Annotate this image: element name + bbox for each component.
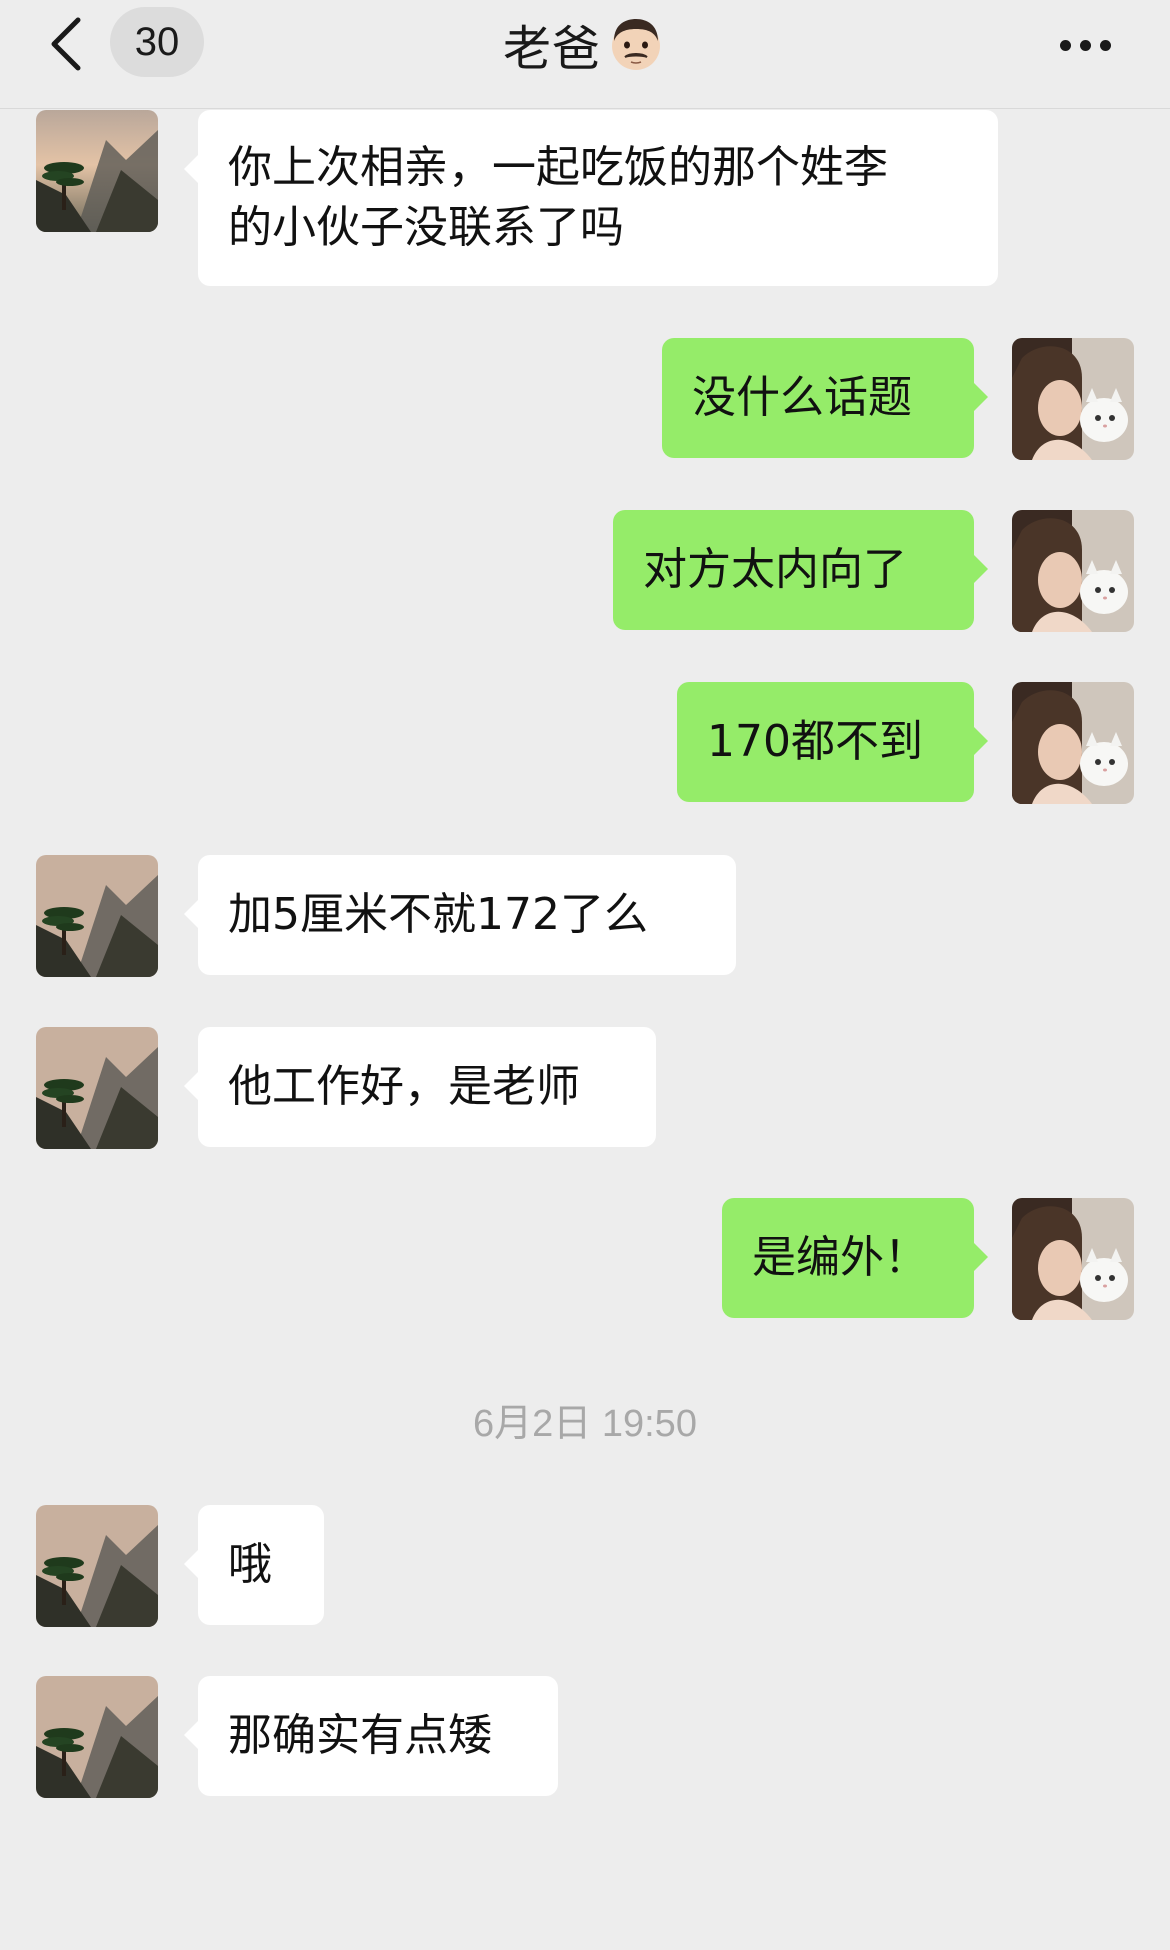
message-row: 是编外！ (0, 1198, 1170, 1320)
message-bubble-incoming[interactable]: 那确实有点矮 (184, 1676, 558, 1796)
message-bubble-outgoing[interactable]: 170都不到 (677, 682, 988, 802)
more-dot (1099, 39, 1111, 51)
man-face-emoji-icon (612, 19, 660, 70)
message-bubble-outgoing[interactable]: 是编外！ (722, 1198, 988, 1318)
contact-avatar[interactable] (36, 855, 158, 977)
mountain-pine-avatar (36, 110, 158, 232)
message-bubble-incoming[interactable]: 你上次相亲，一起吃饭的那个姓李 的小伙子没联系了吗 (184, 110, 998, 286)
mountain-pine-avatar (36, 1027, 158, 1149)
more-dot (1079, 39, 1091, 51)
girl-with-cat-avatar (1012, 510, 1134, 632)
message-row: 加5厘米不就172了么 (0, 855, 1170, 977)
more-dots-icon (1059, 39, 1071, 51)
girl-with-cat-avatar (1012, 1198, 1134, 1320)
chat-screen: 30 老爸 你上次相亲，一起吃饭的那个姓李 的小伙子没联系了吗 没什么话题 对方… (0, 0, 1170, 1950)
mountain-pine-avatar (36, 1676, 158, 1798)
message-row: 没什么话题 (0, 338, 1170, 460)
contact-avatar[interactable] (36, 110, 158, 232)
message-bubble-incoming[interactable]: 他工作好，是老师 (184, 1027, 656, 1147)
message-row: 你上次相亲，一起吃饭的那个姓李 的小伙子没联系了吗 (0, 110, 1170, 286)
self-avatar[interactable] (1012, 1198, 1134, 1320)
message-row: 那确实有点矮 (0, 1676, 1170, 1798)
message-bubble-outgoing[interactable]: 对方太内向了 (613, 510, 988, 630)
message-bubble-outgoing[interactable]: 没什么话题 (662, 338, 988, 458)
self-avatar[interactable] (1012, 338, 1134, 460)
message-row: 哦 (0, 1505, 1170, 1627)
chat-header: 30 老爸 (0, 0, 1170, 109)
contact-avatar[interactable] (36, 1505, 158, 1627)
message-bubble-incoming[interactable]: 哦 (184, 1505, 324, 1625)
unread-count-badge[interactable]: 30 (110, 7, 204, 77)
message-row: 他工作好，是老师 (0, 1027, 1170, 1149)
message-bubble-incoming[interactable]: 加5厘米不就172了么 (184, 855, 736, 975)
girl-with-cat-avatar (1012, 338, 1134, 460)
contact-avatar[interactable] (36, 1676, 158, 1798)
self-avatar[interactable] (1012, 510, 1134, 632)
more-options-button[interactable] (1050, 20, 1120, 70)
girl-with-cat-avatar (1012, 682, 1134, 804)
mountain-pine-avatar (36, 855, 158, 977)
message-row: 170都不到 (0, 682, 1170, 804)
page-title: 老爸 (502, 21, 601, 77)
chevron-left-icon (51, 17, 81, 71)
mountain-pine-avatar (36, 1505, 158, 1627)
timestamp-divider: 6月2日 19:50 (473, 1403, 697, 1445)
back-button[interactable] (40, 14, 90, 74)
self-avatar[interactable] (1012, 682, 1134, 804)
message-row: 对方太内向了 (0, 510, 1170, 632)
contact-avatar[interactable] (36, 1027, 158, 1149)
